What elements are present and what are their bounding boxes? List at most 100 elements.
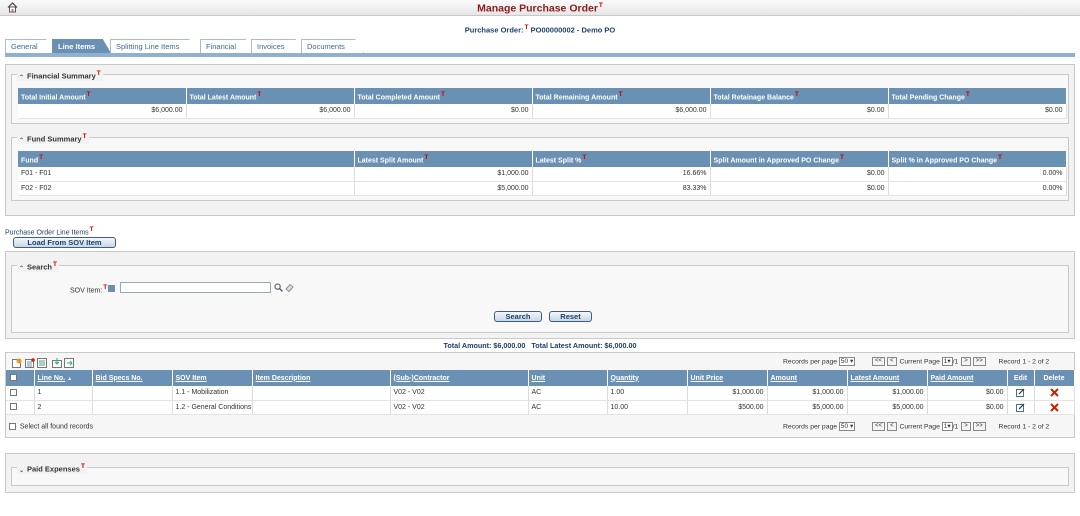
next-page-button[interactable]: > bbox=[961, 422, 971, 431]
cell: $6,000.00 bbox=[18, 104, 187, 119]
col-header-item-description[interactable]: Item Description bbox=[252, 370, 391, 386]
col-header: Total Retainage BalanceT bbox=[710, 88, 889, 104]
col-header-line-no[interactable]: Line No. ▲ bbox=[34, 370, 93, 386]
col-header: Total Initial AmountT bbox=[18, 88, 187, 104]
col-header-contractor[interactable]: (Sub-)Contractor bbox=[390, 370, 529, 386]
cell-contractor: V02 - V02 bbox=[390, 386, 529, 401]
financial-summary-legend[interactable]: ⌃ Financial SummaryT bbox=[17, 70, 103, 81]
fund-summary-legend[interactable]: ⌃ Fund SummaryT bbox=[17, 133, 89, 144]
cell-paid-amount: $0.00 bbox=[927, 386, 1008, 401]
record-count: Record 1 - 2 of 2 bbox=[998, 423, 1050, 431]
tab-invoices[interactable]: Invoices bbox=[251, 39, 303, 53]
sov-item-input[interactable] bbox=[120, 282, 271, 293]
records-per-page-select[interactable]: 50 ▾ bbox=[838, 357, 856, 366]
prev-page-button[interactable]: < bbox=[887, 422, 897, 431]
edit-icon[interactable] bbox=[1016, 403, 1025, 412]
last-page-button[interactable]: >> bbox=[972, 422, 986, 431]
col-header-latest-amount[interactable]: Latest Amount bbox=[847, 370, 928, 386]
tab-financial[interactable]: Financial bbox=[200, 39, 253, 53]
delete-icon[interactable] bbox=[1049, 402, 1059, 412]
last-page-button[interactable]: >> bbox=[972, 357, 986, 366]
col-header-amount[interactable]: Amount bbox=[767, 370, 848, 386]
sov-item-label: SOV Item:T bbox=[70, 284, 116, 294]
search-legend[interactable]: ⌃ SearchT bbox=[17, 261, 60, 272]
col-header-sov-item[interactable]: SOV Item bbox=[172, 370, 253, 386]
cell-sov-item: 1.1 - Mobilization bbox=[172, 386, 253, 401]
cell: $1,000.00 bbox=[354, 167, 533, 182]
cell-item-description bbox=[252, 386, 391, 401]
first-page-button[interactable]: << bbox=[872, 422, 886, 431]
tab-splitting-line-items[interactable]: Splitting Line Items bbox=[110, 39, 202, 53]
collapse-icon[interactable]: ⌃ bbox=[19, 74, 25, 81]
cell-quantity: 1.00 bbox=[607, 386, 688, 401]
row-checkbox[interactable] bbox=[10, 389, 17, 397]
col-header: Total Latest AmountT bbox=[186, 88, 355, 104]
col-header: Split % in Approved PO ChangeT bbox=[888, 151, 1067, 167]
cell-contractor: V02 - V02 bbox=[390, 400, 529, 415]
prev-page-button[interactable]: < bbox=[887, 357, 897, 366]
tab-general[interactable]: General bbox=[5, 39, 53, 53]
row-select-cell bbox=[6, 400, 35, 415]
search-button[interactable]: Search bbox=[494, 311, 542, 322]
cell-line-no: 1 bbox=[34, 386, 93, 401]
records-per-page-select[interactable]: 50 ▾ bbox=[838, 422, 856, 431]
col-header-unit[interactable]: Unit bbox=[528, 370, 608, 386]
cell-unit-price: $500.00 bbox=[687, 400, 768, 415]
col-header-paid-amount[interactable]: Paid Amount bbox=[927, 370, 1008, 386]
edit-icon[interactable] bbox=[1016, 388, 1025, 398]
pager-bottom: Records per page 50 ▾ << < Current Page 1… bbox=[783, 422, 1049, 431]
col-header: Split Amount in Approved PO ChangeT bbox=[710, 151, 889, 167]
translate-icon[interactable]: T bbox=[97, 70, 101, 77]
reset-button[interactable]: Reset bbox=[549, 311, 592, 322]
tab-documents[interactable]: Documents bbox=[301, 39, 364, 53]
cell: $6,000.00 bbox=[532, 104, 711, 119]
translate-icon[interactable]: T bbox=[599, 2, 603, 9]
pager-top: Records per page 50 ▾ << < Current Page 1… bbox=[783, 357, 1049, 366]
cell: $5,000.00 bbox=[354, 181, 533, 196]
row-checkbox[interactable] bbox=[10, 403, 17, 411]
search-fieldset: ⌃ SearchT SOV Item:T Search Reset bbox=[11, 261, 1069, 333]
next-page-button[interactable]: > bbox=[961, 357, 971, 366]
cell-line-no: 2 bbox=[34, 400, 93, 415]
filter-icon[interactable] bbox=[108, 285, 116, 293]
translate-icon[interactable]: T bbox=[53, 261, 57, 268]
translate-icon[interactable]: T bbox=[83, 133, 87, 140]
cell-edit bbox=[1007, 386, 1035, 401]
purchase-order-heading: Purchase Order:T PO00000002 - Demo PO bbox=[464, 24, 616, 35]
edit-multiple-icon[interactable] bbox=[37, 358, 47, 368]
load-from-sov-button[interactable]: Load From SOV Item bbox=[13, 237, 116, 248]
collapse-icon[interactable]: ⌃ bbox=[19, 137, 25, 144]
collapse-icon[interactable]: ⌃ bbox=[19, 265, 25, 272]
paid-expenses-legend[interactable]: ⌄ Paid ExpensesT bbox=[17, 463, 87, 474]
translate-icon[interactable]: T bbox=[81, 463, 85, 470]
search-icon[interactable] bbox=[274, 283, 283, 292]
col-header: Total Remaining AmountT bbox=[532, 88, 711, 104]
cell: $0.00 bbox=[710, 167, 889, 182]
delete-icon[interactable] bbox=[1049, 388, 1059, 397]
translate-icon[interactable]: T bbox=[90, 226, 94, 233]
expand-icon[interactable]: ⌄ bbox=[19, 467, 25, 474]
tab-underline bbox=[5, 53, 1075, 57]
table-row: $6,000.00 $6,000.00 $0.00 $6,000.00 $0.0… bbox=[18, 104, 1067, 119]
export-icon[interactable] bbox=[64, 358, 74, 368]
add-multiple-icon[interactable] bbox=[25, 358, 35, 368]
page-select[interactable]: 1▾ bbox=[941, 422, 953, 431]
tab-line-items[interactable]: Line Items bbox=[52, 39, 111, 53]
search-panel: ⌃ SearchT SOV Item:T Search Reset bbox=[5, 251, 1075, 339]
col-header-bid-specs[interactable]: Bid Specs No. bbox=[92, 370, 173, 386]
col-header-edit: Edit bbox=[1007, 370, 1035, 386]
translate-icon[interactable]: T bbox=[525, 24, 529, 31]
eraser-icon[interactable] bbox=[285, 283, 294, 292]
select-all-records[interactable]: Select all found records bbox=[9, 423, 93, 430]
col-header-quantity[interactable]: Quantity bbox=[607, 370, 688, 386]
summary-panel: ⌃ Financial SummaryT Total Initial Amount… bbox=[5, 64, 1075, 216]
add-icon[interactable] bbox=[12, 358, 22, 368]
page-select[interactable]: 1▾ bbox=[941, 357, 953, 366]
select-all-checkbox[interactable] bbox=[10, 374, 17, 382]
col-header-unit-price[interactable]: Unit Price bbox=[687, 370, 768, 386]
current-page-label: Current Page bbox=[899, 358, 940, 366]
records-per-page-label: Records per page bbox=[783, 423, 838, 431]
select-all-records-checkbox[interactable] bbox=[9, 423, 16, 430]
first-page-button[interactable]: << bbox=[872, 357, 886, 366]
import-icon[interactable] bbox=[52, 358, 62, 368]
